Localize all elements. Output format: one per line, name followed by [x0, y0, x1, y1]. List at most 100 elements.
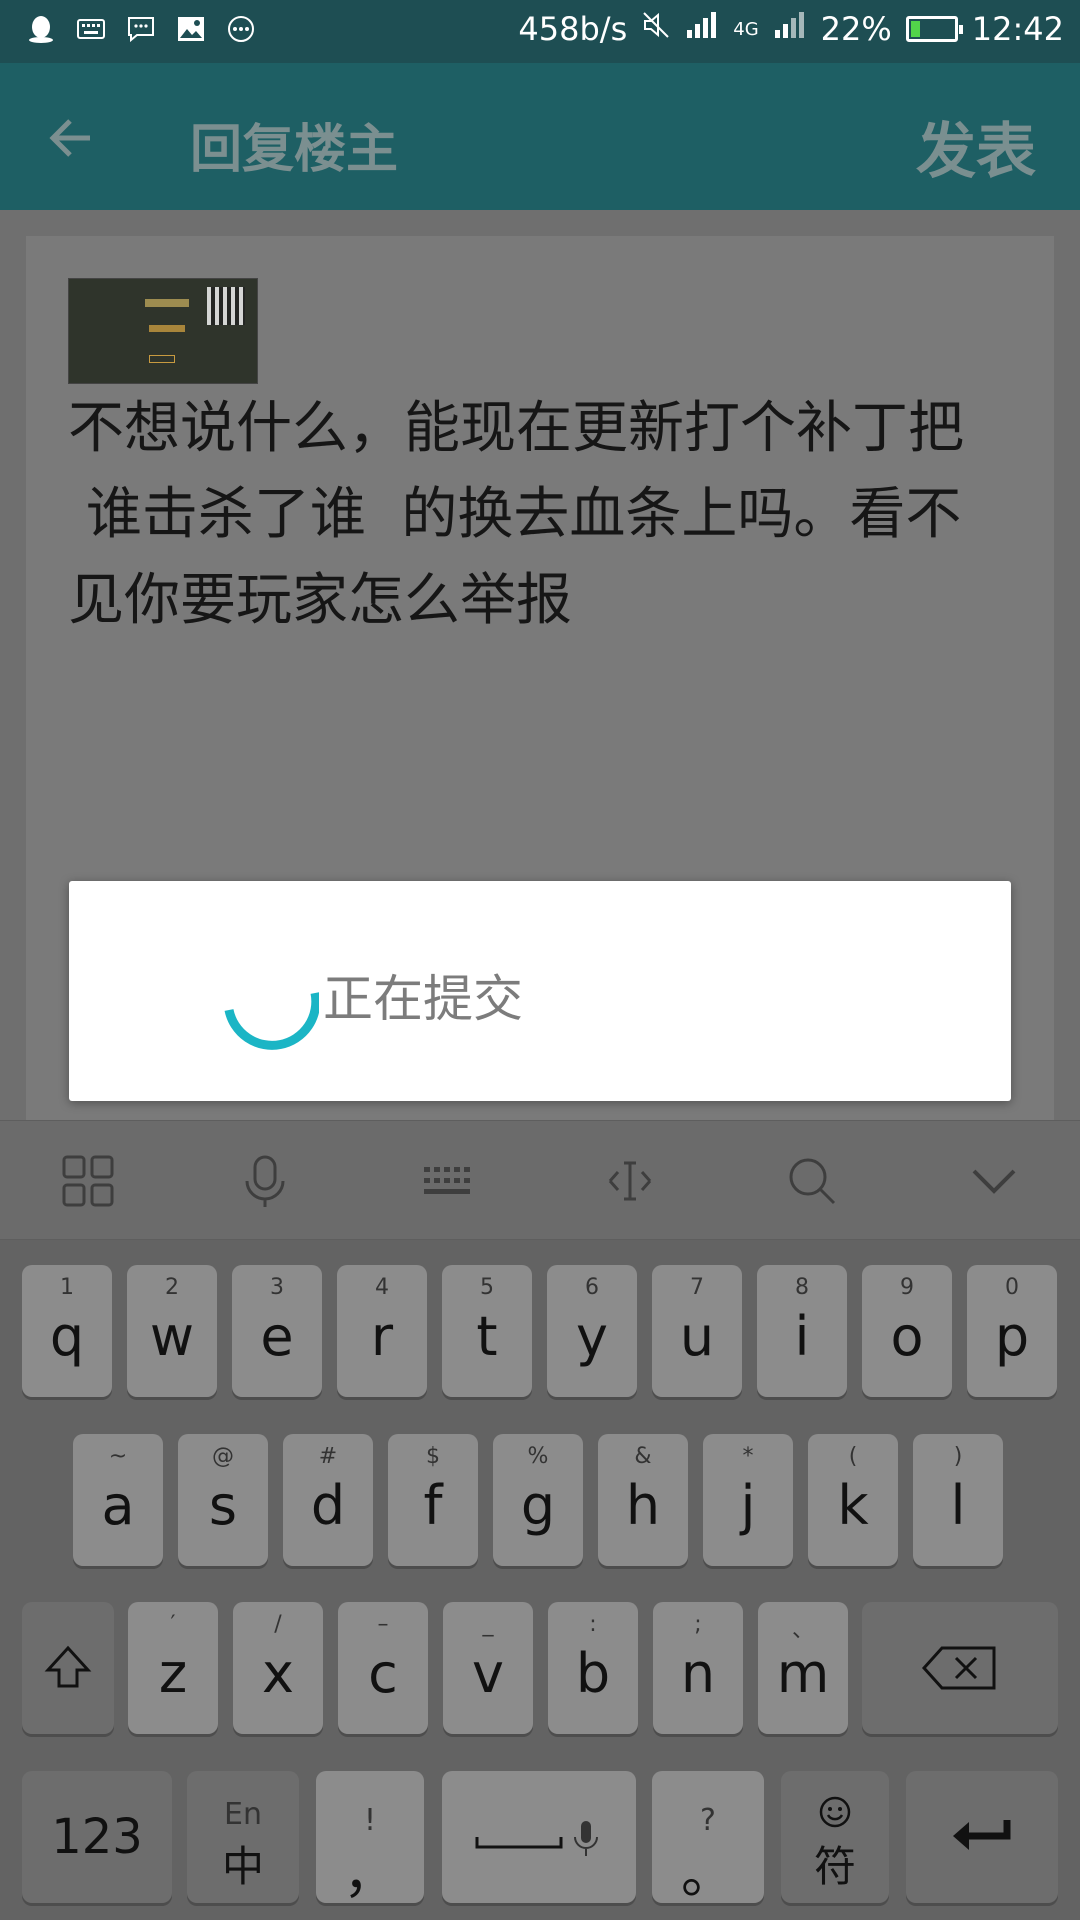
key-d[interactable]: # d [283, 1434, 373, 1566]
key-w[interactable]: 2w [127, 1265, 217, 1397]
key-x[interactable]: / x [233, 1602, 323, 1734]
keyboard-icon[interactable] [418, 1151, 478, 1211]
key-primary: r [370, 1305, 394, 1368]
space-mic-icon [475, 1821, 598, 1856]
search-icon[interactable] [782, 1151, 842, 1211]
key-secondary: $ [426, 1444, 440, 1469]
backspace-key[interactable] [862, 1602, 1058, 1734]
key-secondary: 5 [480, 1275, 494, 1300]
clock: 12:42 [971, 10, 1064, 48]
key-primary: p [994, 1305, 1030, 1368]
key-k[interactable]: (k [808, 1434, 898, 1566]
battery-percent: 22% [820, 10, 892, 48]
key-secondary: ( [848, 1444, 858, 1469]
key-primary: y [576, 1305, 608, 1368]
key-b[interactable]: :b [548, 1602, 638, 1734]
key-secondary: : [589, 1612, 597, 1637]
image-icon [176, 14, 206, 44]
key-secondary: 0 [1005, 1275, 1019, 1300]
key-secondary: ; [694, 1612, 702, 1637]
key-secondary: 3 [270, 1275, 284, 1300]
key-u[interactable]: 7u [652, 1265, 742, 1397]
key-secondary: 6 [585, 1275, 599, 1300]
key-z[interactable]: ′ z [128, 1602, 218, 1734]
shift-key[interactable] [22, 1602, 114, 1734]
numbers-label: 123 [51, 1809, 143, 1865]
symbols-label: 符 [813, 1842, 856, 1891]
key-l[interactable]: ) l [913, 1434, 1003, 1566]
key-e[interactable]: 3e [232, 1265, 322, 1397]
reply-text[interactable]: 不想说什么，能现在更新打个补丁把 谁击杀了谁 的换去血条上吗。看不 见你要玩家怎… [68, 386, 1028, 644]
key-q[interactable]: 1q [22, 1265, 112, 1397]
battery-icon [905, 16, 963, 42]
publish-button[interactable]: 发表 [916, 103, 1036, 190]
key-primary: s [208, 1474, 238, 1537]
attached-image-thumbnail[interactable] [68, 278, 258, 384]
submitting-dialog: 正在提交 [69, 881, 1011, 1101]
numbers-key[interactable]: 123 [22, 1771, 172, 1903]
key-o[interactable]: 9o [862, 1265, 952, 1397]
key-primary: w [149, 1305, 195, 1368]
key-secondary: & [634, 1444, 652, 1469]
key-n[interactable]: ; n [653, 1602, 743, 1734]
more-icon [226, 14, 256, 44]
key-p[interactable]: 0p [967, 1265, 1057, 1397]
enter-key[interactable] [906, 1771, 1058, 1903]
collapse-icon[interactable] [964, 1151, 1024, 1211]
key-secondary: 4 [375, 1275, 389, 1300]
key-g[interactable]: % g [493, 1434, 583, 1566]
signal-icon [685, 10, 719, 48]
cursor-icon[interactable] [600, 1151, 660, 1211]
key-primary: f [423, 1474, 443, 1537]
key-h[interactable]: & h [598, 1434, 688, 1566]
space-key[interactable] [442, 1771, 636, 1903]
key-secondary: 2 [165, 1275, 179, 1300]
key-a[interactable]: ~ a [73, 1434, 163, 1566]
key-primary: k [837, 1474, 869, 1537]
period-key[interactable]: ?。 [652, 1771, 764, 1905]
key-m[interactable]: 、 m [758, 1602, 848, 1734]
key-secondary: – [377, 1612, 389, 1637]
symbols-key[interactable]: 符 [781, 1771, 889, 1903]
microphone-icon[interactable] [235, 1151, 295, 1211]
shift-icon [44, 1645, 92, 1688]
key-secondary: ) [953, 1444, 963, 1469]
key-j[interactable]: * j [703, 1434, 793, 1566]
key-t[interactable]: 5t [442, 1265, 532, 1397]
notification-icons [26, 14, 256, 44]
language-switch-key[interactable]: En 中 [187, 1771, 299, 1903]
arrow-left-icon[interactable] [46, 113, 96, 163]
status-bar: 458b/s 4G 22% 12:42 [0, 0, 1080, 63]
net-speed: 458b/s [518, 10, 628, 48]
comma-key[interactable]: !， [316, 1771, 424, 1905]
app-bar: 回复楼主 发表 [0, 63, 1080, 210]
key-secondary: % [527, 1444, 549, 1469]
key-secondary: 8 [795, 1275, 809, 1300]
enter-icon [953, 1820, 1011, 1850]
key-s[interactable]: @ s [178, 1434, 268, 1566]
key-i[interactable]: 8i [757, 1265, 847, 1397]
key-f[interactable]: $ f [388, 1434, 478, 1566]
key-r[interactable]: 4r [337, 1265, 427, 1397]
key-y[interactable]: 6y [547, 1265, 637, 1397]
key-primary: t [476, 1305, 498, 1368]
key-secondary: ′ [170, 1612, 176, 1637]
message-icon [126, 14, 156, 44]
key-primary: g [520, 1474, 556, 1537]
key-secondary: 9 [900, 1275, 914, 1300]
comma-primary: ， [343, 1842, 397, 1905]
keyboard-icon [76, 14, 106, 44]
key-primary: a [101, 1474, 135, 1537]
key-secondary: # [318, 1444, 338, 1469]
keyboard-toolbar [0, 1120, 1080, 1240]
key-primary: o [890, 1305, 924, 1368]
key-v[interactable]: _ v [443, 1602, 533, 1734]
key-primary: b [575, 1642, 611, 1705]
key-primary: j [740, 1474, 756, 1537]
key-c[interactable]: – c [338, 1602, 428, 1734]
key-primary: u [679, 1305, 715, 1368]
apps-grid-icon[interactable] [58, 1151, 118, 1211]
key-secondary: 7 [690, 1275, 704, 1300]
page-title: 回复楼主 [190, 120, 399, 180]
key-secondary: / [274, 1612, 282, 1637]
